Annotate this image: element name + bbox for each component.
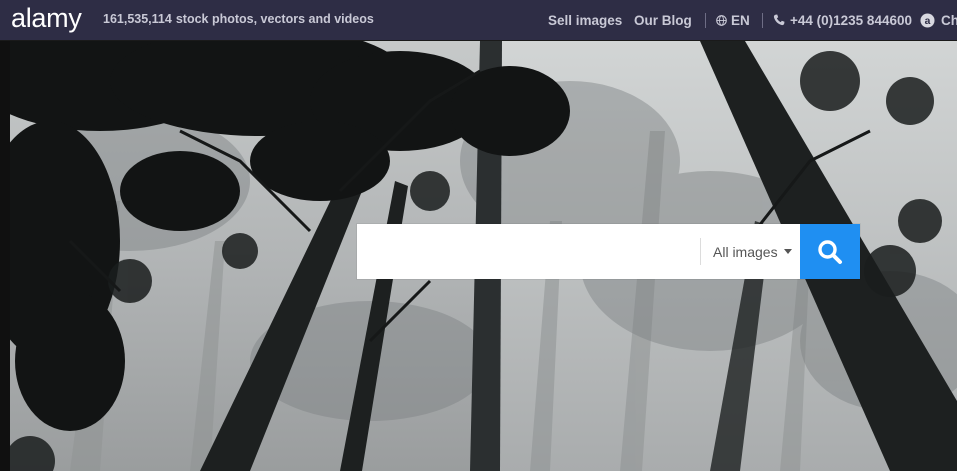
account-link[interactable]: a Ch	[920, 13, 957, 28]
dropdown-selected-label: All images	[713, 243, 778, 260]
sell-images-link[interactable]: Sell images	[548, 13, 622, 28]
search-bar: All images	[357, 224, 860, 279]
globe-icon	[716, 14, 727, 26]
search-button[interactable]	[800, 224, 860, 279]
header-nav: Sell images Our Blog EN +44 (0)1235 8446…	[0, 11, 957, 29]
phone-contact[interactable]: +44 (0)1235 844600	[773, 13, 912, 28]
search-input[interactable]	[357, 224, 700, 279]
language-label: EN	[731, 12, 750, 28]
image-type-dropdown[interactable]: All images	[700, 224, 800, 279]
svg-text:a: a	[925, 16, 931, 27]
search-icon	[818, 239, 842, 264]
phone-icon	[773, 14, 785, 26]
nav-divider	[705, 13, 706, 28]
phone-number: +44 (0)1235 844600	[790, 12, 912, 28]
chevron-down-icon	[783, 249, 792, 254]
nav-divider	[762, 13, 763, 28]
top-header: alamy 161,535,114 stock photos, vectors a…	[0, 0, 957, 40]
account-label: Ch	[941, 12, 957, 28]
account-icon: a	[920, 12, 935, 28]
our-blog-link[interactable]: Our Blog	[634, 13, 692, 28]
language-selector[interactable]: EN	[716, 13, 750, 28]
page-edge	[0, 41, 10, 471]
